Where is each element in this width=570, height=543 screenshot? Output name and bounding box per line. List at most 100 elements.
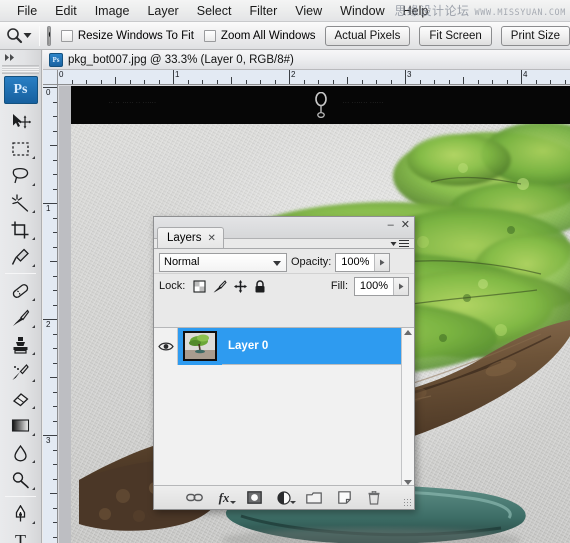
menu-filter[interactable]: Filter: [240, 2, 286, 20]
panel-menu-button[interactable]: [390, 240, 409, 247]
lock-image-pixels-button[interactable]: [213, 279, 227, 293]
ruler-label: 1: [46, 204, 51, 213]
add-layer-mask-button[interactable]: [246, 489, 263, 506]
ruler-tick: [115, 77, 116, 84]
layers-panel[interactable]: – ✕ Layers ✕ Normal Opacity: 100% Lock: …: [153, 216, 415, 510]
eyedropper-tool[interactable]: [4, 243, 38, 270]
print-size-button[interactable]: Print Size: [500, 25, 570, 46]
actual-pixels-button[interactable]: Actual Pixels: [324, 25, 411, 46]
gradient-tool[interactable]: [4, 412, 38, 439]
fill-field[interactable]: 100%: [354, 276, 409, 296]
checkbox-box-icon[interactable]: [203, 29, 216, 42]
brush-tool[interactable]: [4, 304, 38, 331]
tab-close-x-icon[interactable]: ✕: [208, 233, 216, 244]
blend-mode-value: Normal: [164, 256, 200, 268]
resize-windows-to-fit-checkbox[interactable]: Resize Windows To Fit: [60, 29, 194, 42]
watermark-chinese: 思缘设计论坛: [394, 4, 470, 18]
ruler-tick: [53, 217, 57, 219]
pen-tool[interactable]: [4, 500, 38, 527]
vertical-ruler[interactable]: 01234: [43, 85, 58, 543]
layer-style-button[interactable]: fx: [216, 489, 236, 506]
flyout-corner-icon: [31, 264, 35, 267]
zoom-all-windows-checkbox[interactable]: Zoom All Windows: [203, 29, 316, 42]
zoom-tool-icon[interactable]: [6, 25, 23, 47]
rectangular-marquee-tool[interactable]: [4, 135, 38, 162]
table-row[interactable]: Layer 0: [154, 328, 414, 365]
panel-resize-grip[interactable]: [403, 498, 412, 507]
opacity-value[interactable]: 100%: [336, 253, 375, 271]
document-title: pkg_bot007.jpg @ 33.3% (Layer 0, RGB/8#): [68, 53, 294, 66]
magic-wand-tool[interactable]: [4, 189, 38, 216]
fill-slider-arrow-icon[interactable]: [393, 277, 408, 295]
ruler-tick: [53, 406, 57, 407]
mask-circle-icon: [246, 491, 262, 504]
dodge-tool[interactable]: [4, 466, 38, 493]
fill-value[interactable]: 100%: [355, 277, 393, 295]
move-tool[interactable]: [4, 108, 38, 135]
type-tool[interactable]: T: [4, 527, 38, 543]
tool-preset-chevron-down-icon[interactable]: [23, 25, 32, 47]
ruler-origin-corner[interactable]: [43, 70, 58, 85]
document-titlebar[interactable]: Ps pkg_bot007.jpg @ 33.3% (Layer 0, RGB/…: [43, 50, 570, 70]
menu-layer[interactable]: Layer: [138, 2, 187, 20]
fit-screen-button[interactable]: Fit Screen: [419, 25, 492, 46]
scroll-up-arrow-icon[interactable]: [404, 330, 412, 335]
opacity-field[interactable]: 100%: [335, 252, 391, 272]
healing-brush-tool[interactable]: [4, 277, 38, 304]
layer-visibility-toggle[interactable]: [154, 328, 178, 365]
flyout-corner-icon: [31, 183, 35, 186]
blur-tool[interactable]: [4, 439, 38, 466]
checkbox-box-icon[interactable]: [60, 29, 73, 42]
ruler-tick: [361, 80, 363, 84]
layers-panel-titlebar[interactable]: – ✕ Layers ✕: [154, 217, 414, 248]
lock-transparent-pixels-button[interactable]: [193, 279, 206, 293]
collapse-panel-double-chevron-right-icon[interactable]: [0, 50, 41, 65]
panel-tab-row: Layers ✕: [154, 226, 414, 248]
flyout-corner-icon: [31, 298, 35, 301]
menu-window[interactable]: Window: [331, 2, 393, 20]
ruler-tick: [260, 80, 261, 84]
clone-stamp-tool[interactable]: [4, 331, 38, 358]
history-brush-tool[interactable]: [4, 358, 38, 385]
toolbar-divider: [5, 496, 36, 497]
horizontal-ruler[interactable]: 0 1 2 3 4: [43, 70, 570, 85]
new-layer-button[interactable]: [336, 489, 353, 506]
layer-list[interactable]: Layer 0: [154, 327, 414, 486]
flyout-caret-icon: [229, 501, 236, 504]
ruler-tick: [289, 70, 290, 84]
crop-tool[interactable]: [4, 216, 38, 243]
ruler-tick: [53, 464, 57, 465]
ruler-tick: [419, 80, 421, 84]
layer-name[interactable]: Layer 0: [222, 340, 268, 352]
link-layers-button[interactable]: [185, 489, 203, 506]
ruler-tick: [53, 348, 57, 349]
ruler-tick: [86, 80, 87, 84]
new-fill-adjustment-layer-button[interactable]: [276, 489, 296, 506]
ruler-tick: [274, 80, 276, 84]
tab-layers[interactable]: Layers ✕: [157, 227, 224, 248]
menu-select[interactable]: Select: [188, 2, 241, 20]
menu-file[interactable]: File: [8, 2, 46, 20]
ruler-tick: [50, 493, 57, 494]
zoom-in-icon[interactable]: [48, 26, 50, 45]
flyout-corner-icon: [31, 406, 35, 409]
lock-all-button[interactable]: [254, 279, 266, 293]
menu-view[interactable]: View: [286, 2, 331, 20]
layer-list-scrollbar[interactable]: [401, 328, 414, 486]
blend-mode-select[interactable]: Normal: [159, 252, 287, 272]
zoom-direction-toggle[interactable]: [47, 25, 51, 46]
ruler-tick: [303, 80, 305, 84]
lock-position-button[interactable]: [234, 279, 248, 293]
lasso-tool[interactable]: [4, 162, 38, 189]
layer-thumbnail-cell[interactable]: [178, 328, 222, 365]
ruler-tick: [332, 80, 334, 84]
ruler-tick: [506, 80, 508, 84]
new-group-button[interactable]: [306, 489, 323, 506]
delete-layer-button[interactable]: [366, 489, 383, 506]
layers-panel-footer: fx: [154, 485, 414, 509]
opacity-slider-arrow-icon[interactable]: [374, 253, 390, 271]
menu-image[interactable]: Image: [86, 2, 139, 20]
toolbar-drag-grip[interactable]: [2, 65, 39, 74]
menu-edit[interactable]: Edit: [46, 2, 86, 20]
eraser-tool[interactable]: [4, 385, 38, 412]
